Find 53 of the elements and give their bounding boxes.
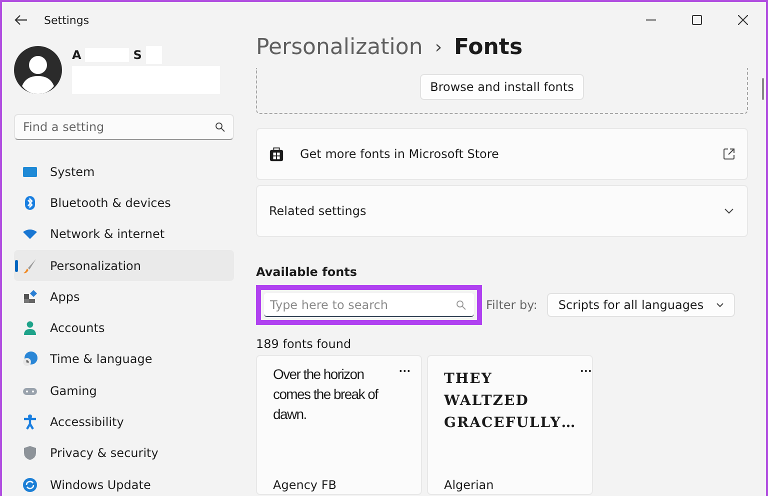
sidebar-item[interactable]: Bluetooth & devices <box>14 187 234 219</box>
filter-dropdown[interactable]: Scripts for all languages <box>547 293 735 317</box>
sidebar-item[interactable]: Windows Update <box>14 468 234 496</box>
sidebar-item[interactable]: Apps <box>14 281 234 312</box>
search-field[interactable]: Find a setting <box>14 114 234 140</box>
font-card[interactable]: Over the horizon comes the break of dawn. ··· Agency FB <box>256 355 422 495</box>
store-link-label: Get more fonts in Microsoft Store <box>300 147 499 161</box>
fonts-count: 189 fonts found <box>256 337 352 351</box>
browse-button[interactable]: Browse and install fonts <box>420 74 584 100</box>
update-icon <box>22 476 38 493</box>
user-name: S <box>133 48 142 62</box>
related-settings-card[interactable]: Related settings <box>256 185 748 237</box>
filter-label: Filter by: <box>486 298 538 312</box>
avatar-icon <box>14 46 62 94</box>
sidebar-item[interactable]: Accessibility <box>14 406 234 438</box>
store-link-card[interactable]: Get more fonts in Microsoft Store <box>256 128 748 180</box>
sidebar-item[interactable]: System <box>14 156 234 188</box>
back-arrow-icon[interactable] <box>14 13 28 27</box>
sidebar-item[interactable]: Accounts <box>14 312 234 344</box>
close-icon <box>738 15 748 25</box>
accessibility-icon <box>22 414 38 430</box>
sidebar-item[interactable]: Network & internet <box>14 218 234 250</box>
font-name: Agency FB <box>273 478 338 494</box>
external-link-icon <box>723 148 735 160</box>
more-button[interactable]: ··· <box>580 364 592 378</box>
sidebar-item[interactable]: Personalization <box>14 250 234 282</box>
section-heading: Available fonts <box>256 265 358 279</box>
breadcrumb-separator: › <box>434 36 442 58</box>
page-title: Fonts <box>454 34 523 60</box>
shield-icon <box>22 445 38 462</box>
search-icon <box>456 300 466 310</box>
window-title: Settings <box>44 14 90 26</box>
brush-icon <box>22 258 38 274</box>
chevron-icon <box>716 301 724 309</box>
font-sample: Over the horizon comes the break of dawn. <box>273 365 380 424</box>
sidebar-item[interactable]: Privacy & security <box>14 438 234 469</box>
globe-clock-icon <box>22 351 38 368</box>
store-bag-icon <box>269 146 284 162</box>
font-search-field[interactable]: Type here to search <box>264 293 474 317</box>
related-settings-label: Related settings <box>269 204 366 218</box>
maximize-icon <box>692 15 702 25</box>
search-icon <box>215 122 225 132</box>
more-button[interactable]: ··· <box>399 364 411 378</box>
sidebar-item[interactable]: Time & language <box>14 344 234 376</box>
apps-icon <box>22 288 38 305</box>
font-name: Algerian <box>444 478 495 494</box>
bluetooth-icon <box>22 194 38 211</box>
person-icon <box>22 320 38 336</box>
font-sample: THEY WALTZED GRACEFULLY… <box>444 370 576 433</box>
font-card[interactable]: THEY WALTZED GRACEFULLY… ··· Algerian <box>427 355 593 495</box>
sidebar-item[interactable]: Gaming <box>14 375 234 406</box>
breadcrumb-link[interactable]: Personalization <box>256 34 423 60</box>
user-name: A <box>72 48 82 62</box>
